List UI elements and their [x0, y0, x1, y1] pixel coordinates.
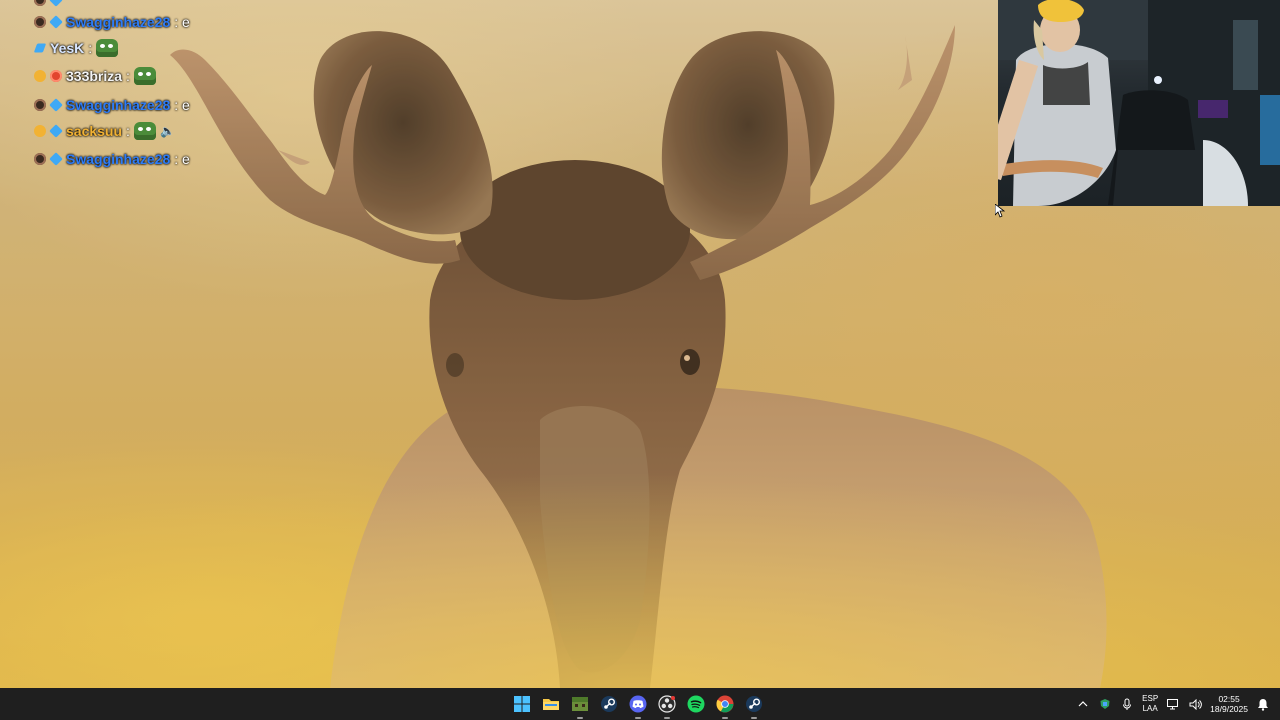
spotify-button[interactable]: [684, 692, 708, 716]
running-indicator: [664, 717, 670, 719]
speaker-icon: 🔈: [159, 124, 175, 138]
chat-username: sacksuu: [66, 123, 123, 139]
file-explorer-button[interactable]: [539, 692, 563, 716]
gold-badge-icon: [34, 125, 46, 137]
running-indicator: [751, 717, 757, 719]
sub-badge-icon: [49, 152, 63, 166]
chevron-up-icon[interactable]: [1076, 697, 1090, 711]
system-tray: ESP LAA 02:55 18/9/2025: [1076, 688, 1280, 720]
moderator-badge-icon: [34, 16, 46, 28]
moderator-badge-icon: [34, 0, 46, 6]
discord-icon: [629, 695, 647, 713]
chat-message: sacksuu: 🔈: [34, 120, 175, 142]
chat-username: Swagginhaze28: [66, 151, 171, 167]
start-button[interactable]: [510, 692, 534, 716]
red-badge-icon: [50, 70, 62, 82]
notification-bell-icon[interactable]: [1256, 697, 1270, 711]
chat-colon: :: [126, 68, 130, 84]
chat-message: Swagginhaze28: e: [34, 94, 190, 116]
clock[interactable]: 02:55 18/9/2025: [1210, 694, 1248, 714]
clock-time: 02:55: [1218, 694, 1240, 704]
windows-logo-icon: [514, 696, 530, 712]
pepe-emote-icon: [133, 122, 156, 140]
keyboard-layout: LAA: [1142, 704, 1158, 713]
obs-icon: [658, 695, 676, 713]
moderator-badge-icon: [34, 153, 46, 165]
language-indicator[interactable]: ESP LAA: [1142, 694, 1158, 714]
chat-message: 333briza:: [34, 65, 156, 87]
chat-message: Swagginhaze28: e: [34, 11, 190, 33]
pepe-emote-icon: [133, 67, 156, 85]
volume-icon[interactable]: [1188, 697, 1202, 711]
minecraft-button[interactable]: [568, 692, 592, 719]
chat-username: Swagginhaze28: [66, 14, 171, 30]
chat-message-text: : e: [174, 97, 190, 113]
verified-badge-icon: [33, 43, 47, 53]
taskbar-app-list: [510, 692, 766, 719]
pepe-emote-icon: [96, 39, 119, 57]
chat-username: Swagginhaze28: [66, 97, 171, 113]
chat-username: 333briza: [66, 68, 123, 84]
steam-button[interactable]: [597, 692, 621, 716]
language-code: ESP: [1142, 694, 1159, 703]
sub-badge-icon: [49, 124, 63, 138]
running-indicator: [635, 717, 641, 719]
network-icon[interactable]: [1166, 697, 1180, 711]
security-shield-icon[interactable]: [1098, 697, 1112, 711]
mouse-cursor-icon: [994, 203, 1006, 222]
minecraft-icon: [572, 697, 588, 711]
streamer-webcam-feed: [998, 0, 1280, 206]
spotify-icon: [687, 695, 705, 713]
chrome-icon: [716, 695, 734, 713]
chat-colon: :: [88, 40, 93, 56]
chat-message-text: : e: [174, 14, 190, 30]
taskbar: ESP LAA 02:55 18/9/2025: [0, 688, 1280, 720]
steam-icon: [601, 696, 617, 712]
sub-badge-icon: [49, 15, 63, 29]
folder-icon: [543, 699, 559, 710]
chat-username: YesK: [50, 40, 85, 56]
chat-message-text: : e: [174, 151, 190, 167]
steam-2-button[interactable]: [742, 692, 766, 719]
chat-message: [34, 0, 63, 11]
gold-badge-icon: [34, 70, 46, 82]
chrome-button[interactable]: [713, 692, 737, 719]
webcam-overlay: [998, 0, 1280, 206]
chat-message: YesK:: [33, 37, 119, 59]
moderator-badge-icon: [34, 99, 46, 111]
steam-icon: [746, 696, 762, 712]
sub-badge-icon: [49, 98, 63, 112]
running-indicator: [722, 717, 728, 719]
sub-badge-icon: [49, 0, 63, 7]
obs-button[interactable]: [655, 692, 679, 719]
chat-colon: :: [126, 123, 130, 139]
microphone-icon[interactable]: [1120, 697, 1134, 711]
running-indicator: [577, 717, 583, 719]
chat-message: Swagginhaze28: e: [34, 148, 190, 170]
discord-button[interactable]: [626, 692, 650, 719]
clock-date: 18/9/2025: [1210, 704, 1248, 714]
